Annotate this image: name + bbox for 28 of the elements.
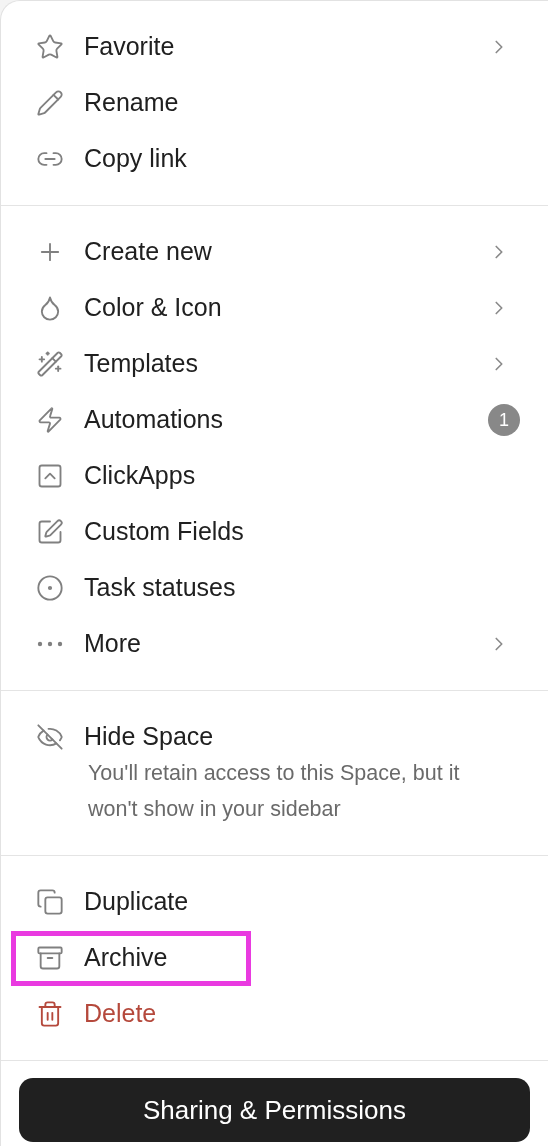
pencil-icon <box>36 89 64 117</box>
menu-item[interactable]: Color & Icon <box>1 280 548 336</box>
menu-item[interactable]: Task statuses <box>1 560 548 616</box>
target-circle-icon <box>36 574 64 602</box>
menu-item[interactable]: Favorite <box>1 19 548 75</box>
archive-icon <box>36 944 64 972</box>
app-square-icon <box>36 462 64 490</box>
copy-icon <box>36 888 64 916</box>
menu-item[interactable]: Create new <box>1 224 548 280</box>
sharing-permissions-button[interactable]: Sharing & Permissions <box>19 1078 530 1142</box>
count-badge: 1 <box>488 404 520 436</box>
menu-item[interactable]: Custom Fields <box>1 504 548 560</box>
menu-item[interactable]: More <box>1 616 548 672</box>
trash-icon <box>36 1000 64 1028</box>
menu-item[interactable]: Copy link <box>1 131 548 187</box>
edit-square-icon <box>36 518 64 546</box>
menu-item[interactable]: Duplicate <box>1 874 548 930</box>
more-icon <box>37 641 63 647</box>
menu-item[interactable]: Rename <box>1 75 548 131</box>
magic-wand-icon <box>36 350 64 378</box>
menu-item[interactable]: Archive <box>1 930 548 986</box>
eye-off-icon <box>36 723 64 751</box>
menu-item[interactable]: Templates <box>1 336 548 392</box>
menu-item[interactable]: Automations 1 <box>1 392 548 448</box>
menu-item[interactable]: Delete <box>1 986 548 1042</box>
star-icon <box>36 33 64 61</box>
menu-item[interactable]: ClickApps <box>1 448 548 504</box>
lightning-icon <box>36 406 64 434</box>
